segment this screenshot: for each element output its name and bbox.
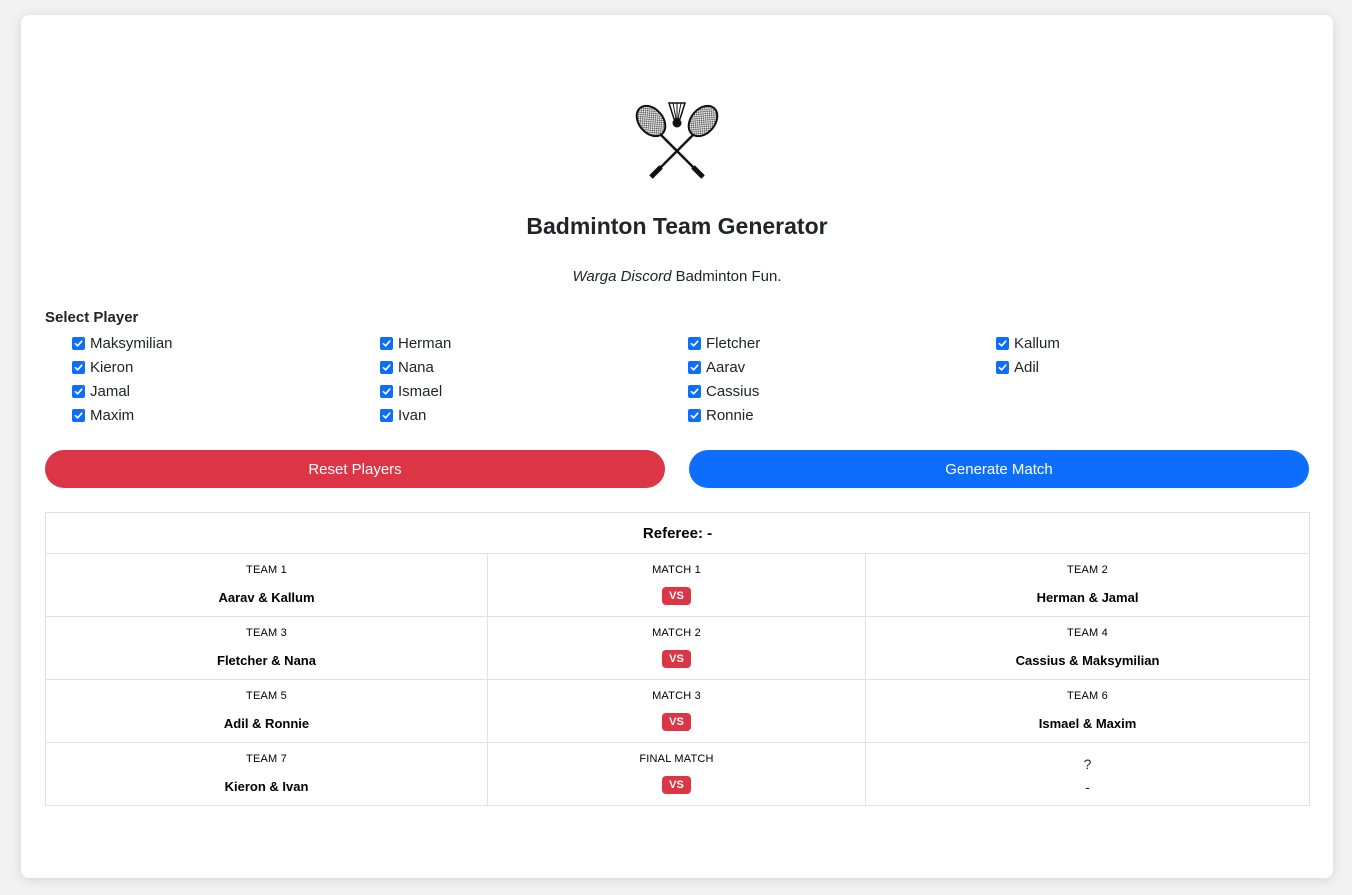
match-cell: MATCH 2 VS xyxy=(487,616,866,680)
team-players: Herman & Jamal xyxy=(1036,590,1139,605)
subtitle-italic: Warga Discord xyxy=(572,268,672,285)
checkbox-checked-icon[interactable] xyxy=(996,360,1009,374)
team-label: TEAM 2 xyxy=(1067,564,1108,576)
match-label: MATCH 3 xyxy=(652,690,701,702)
checkbox-checked-icon[interactable] xyxy=(996,336,1009,350)
page-title: Badminton Team Generator xyxy=(526,213,828,239)
team-label: TEAM 4 xyxy=(1067,627,1108,639)
player-checkbox-item[interactable]: Maxim xyxy=(72,403,380,427)
checkbox-checked-icon[interactable] xyxy=(72,408,85,422)
left-team-cell: TEAM 3 Fletcher & Nana xyxy=(45,616,488,680)
left-team-cell: TEAM 5 Adil & Ronnie xyxy=(45,679,488,743)
team-players: Aarav & Kallum xyxy=(218,590,315,605)
select-player-label: Select Player xyxy=(45,309,139,326)
vs-badge: VS xyxy=(662,713,691,731)
checkbox-checked-icon[interactable] xyxy=(380,408,393,422)
team-label: TEAM 3 xyxy=(246,627,287,639)
right-team-cell: TEAM 4 Cassius & Maksymilian xyxy=(864,616,1311,680)
checkbox-checked-icon[interactable] xyxy=(72,336,85,350)
player-name: Ivan xyxy=(398,406,427,424)
checkbox-checked-icon[interactable] xyxy=(72,384,85,398)
right-team-cell: TEAM 6 Ismael & Maxim xyxy=(864,679,1311,743)
team-players: Adil & Ronnie xyxy=(223,716,310,731)
team-label: TEAM 6 xyxy=(1067,690,1108,702)
player-checkbox-item[interactable]: Fletcher xyxy=(688,331,996,355)
player-checkbox-item[interactable]: Kieron xyxy=(72,355,380,379)
player-name: Maksymilian xyxy=(90,334,173,352)
match-row: TEAM 3 Fletcher & Nana MATCH 2 VS TEAM 4 Cass… xyxy=(45,616,1311,680)
match-label: MATCH 1 xyxy=(652,564,701,576)
team-label: TEAM 5 xyxy=(246,690,287,702)
player-checkbox-item[interactable]: Ismael xyxy=(380,379,688,403)
badminton-rackets-icon xyxy=(635,102,719,179)
player-checkbox-item[interactable]: Nana xyxy=(380,355,688,379)
match-cell: MATCH 3 VS xyxy=(487,679,866,743)
right-team-cell: ? - xyxy=(864,742,1311,806)
player-name: Aarav xyxy=(706,358,746,376)
player-checkbox-item[interactable]: Herman xyxy=(380,331,688,355)
generate-match-button[interactable]: Generate Match xyxy=(689,450,1309,488)
checkbox-checked-icon[interactable] xyxy=(688,384,701,398)
player-checkbox-item[interactable]: Ronnie xyxy=(688,403,996,427)
player-checkbox-list: Maksymilian Kieron Jamal Maxim Herman Nana Ism… xyxy=(72,331,1312,427)
match-row: TEAM 5 Adil & Ronnie MATCH 3 VS TEAM 6 Ismael… xyxy=(45,679,1311,743)
team-players: Ismael & Maxim xyxy=(1038,716,1137,731)
player-checkbox-item[interactable]: Ivan xyxy=(380,403,688,427)
reset-players-button[interactable]: Reset Players xyxy=(45,450,665,488)
player-checkbox-item[interactable]: Kallum xyxy=(996,331,1304,355)
match-results-table: Referee: - TEAM 1 Aarav & Kallum MATCH 1 VS… xyxy=(44,512,1311,806)
page-subtitle: Warga Discord Badminton Fun. xyxy=(21,268,1333,285)
subtitle-rest: Badminton Fun. xyxy=(671,268,782,285)
match-label: MATCH 2 xyxy=(652,627,701,639)
player-name: Ismael xyxy=(398,382,443,400)
left-team-cell: TEAM 1 Aarav & Kallum xyxy=(45,553,488,617)
player-name: Maxim xyxy=(90,406,135,424)
right-team-cell: TEAM 2 Herman & Jamal xyxy=(864,553,1311,617)
team-players: Cassius & Maksymilian xyxy=(1015,653,1160,668)
vs-badge: VS xyxy=(662,650,691,668)
final-opponent-placeholder: ? xyxy=(1083,756,1092,772)
team-label: TEAM 1 xyxy=(246,564,287,576)
team-players: Fletcher & Nana xyxy=(217,653,316,668)
left-team-cell: TEAM 7 Kieron & Ivan xyxy=(45,742,488,806)
player-checkbox-item[interactable]: Adil xyxy=(996,355,1304,379)
checkbox-checked-icon[interactable] xyxy=(688,336,701,350)
player-checkbox-item[interactable]: Maksymilian xyxy=(72,331,380,355)
checkbox-checked-icon[interactable] xyxy=(380,360,393,374)
player-name: Kallum xyxy=(1014,334,1060,352)
referee-header: Referee: - xyxy=(44,512,1311,554)
final-opponent-team: - xyxy=(1085,779,1090,795)
team-label: TEAM 7 xyxy=(246,753,287,765)
checkbox-checked-icon[interactable] xyxy=(688,360,701,374)
player-name: Ronnie xyxy=(706,406,754,424)
match-cell: FINAL MATCH VS xyxy=(487,742,866,806)
checkbox-checked-icon[interactable] xyxy=(380,384,393,398)
player-name: Cassius xyxy=(706,382,760,400)
player-name: Kieron xyxy=(90,358,134,376)
match-label: FINAL MATCH xyxy=(639,753,714,765)
vs-badge: VS xyxy=(662,776,691,794)
player-name: Fletcher xyxy=(706,334,761,352)
player-checkbox-item[interactable]: Aarav xyxy=(688,355,996,379)
vs-badge: VS xyxy=(662,587,691,605)
match-row: TEAM 1 Aarav & Kallum MATCH 1 VS TEAM 2 Herma… xyxy=(45,553,1311,617)
match-cell: MATCH 1 VS xyxy=(487,553,866,617)
player-checkbox-item[interactable]: Cassius xyxy=(688,379,996,403)
final-match-row: TEAM 7 Kieron & Ivan FINAL MATCH VS? - xyxy=(45,742,1311,806)
player-name: Adil xyxy=(1014,358,1040,376)
team-players: Kieron & Ivan xyxy=(224,779,309,794)
player-name: Jamal xyxy=(90,382,131,400)
player-name: Nana xyxy=(398,358,434,376)
main-card: Badminton Team Generator Warga Discord B… xyxy=(21,15,1333,878)
checkbox-checked-icon[interactable] xyxy=(688,408,701,422)
player-checkbox-item[interactable]: Jamal xyxy=(72,379,380,403)
player-name: Herman xyxy=(398,334,452,352)
checkbox-checked-icon[interactable] xyxy=(380,336,393,350)
checkbox-checked-icon[interactable] xyxy=(72,360,85,374)
